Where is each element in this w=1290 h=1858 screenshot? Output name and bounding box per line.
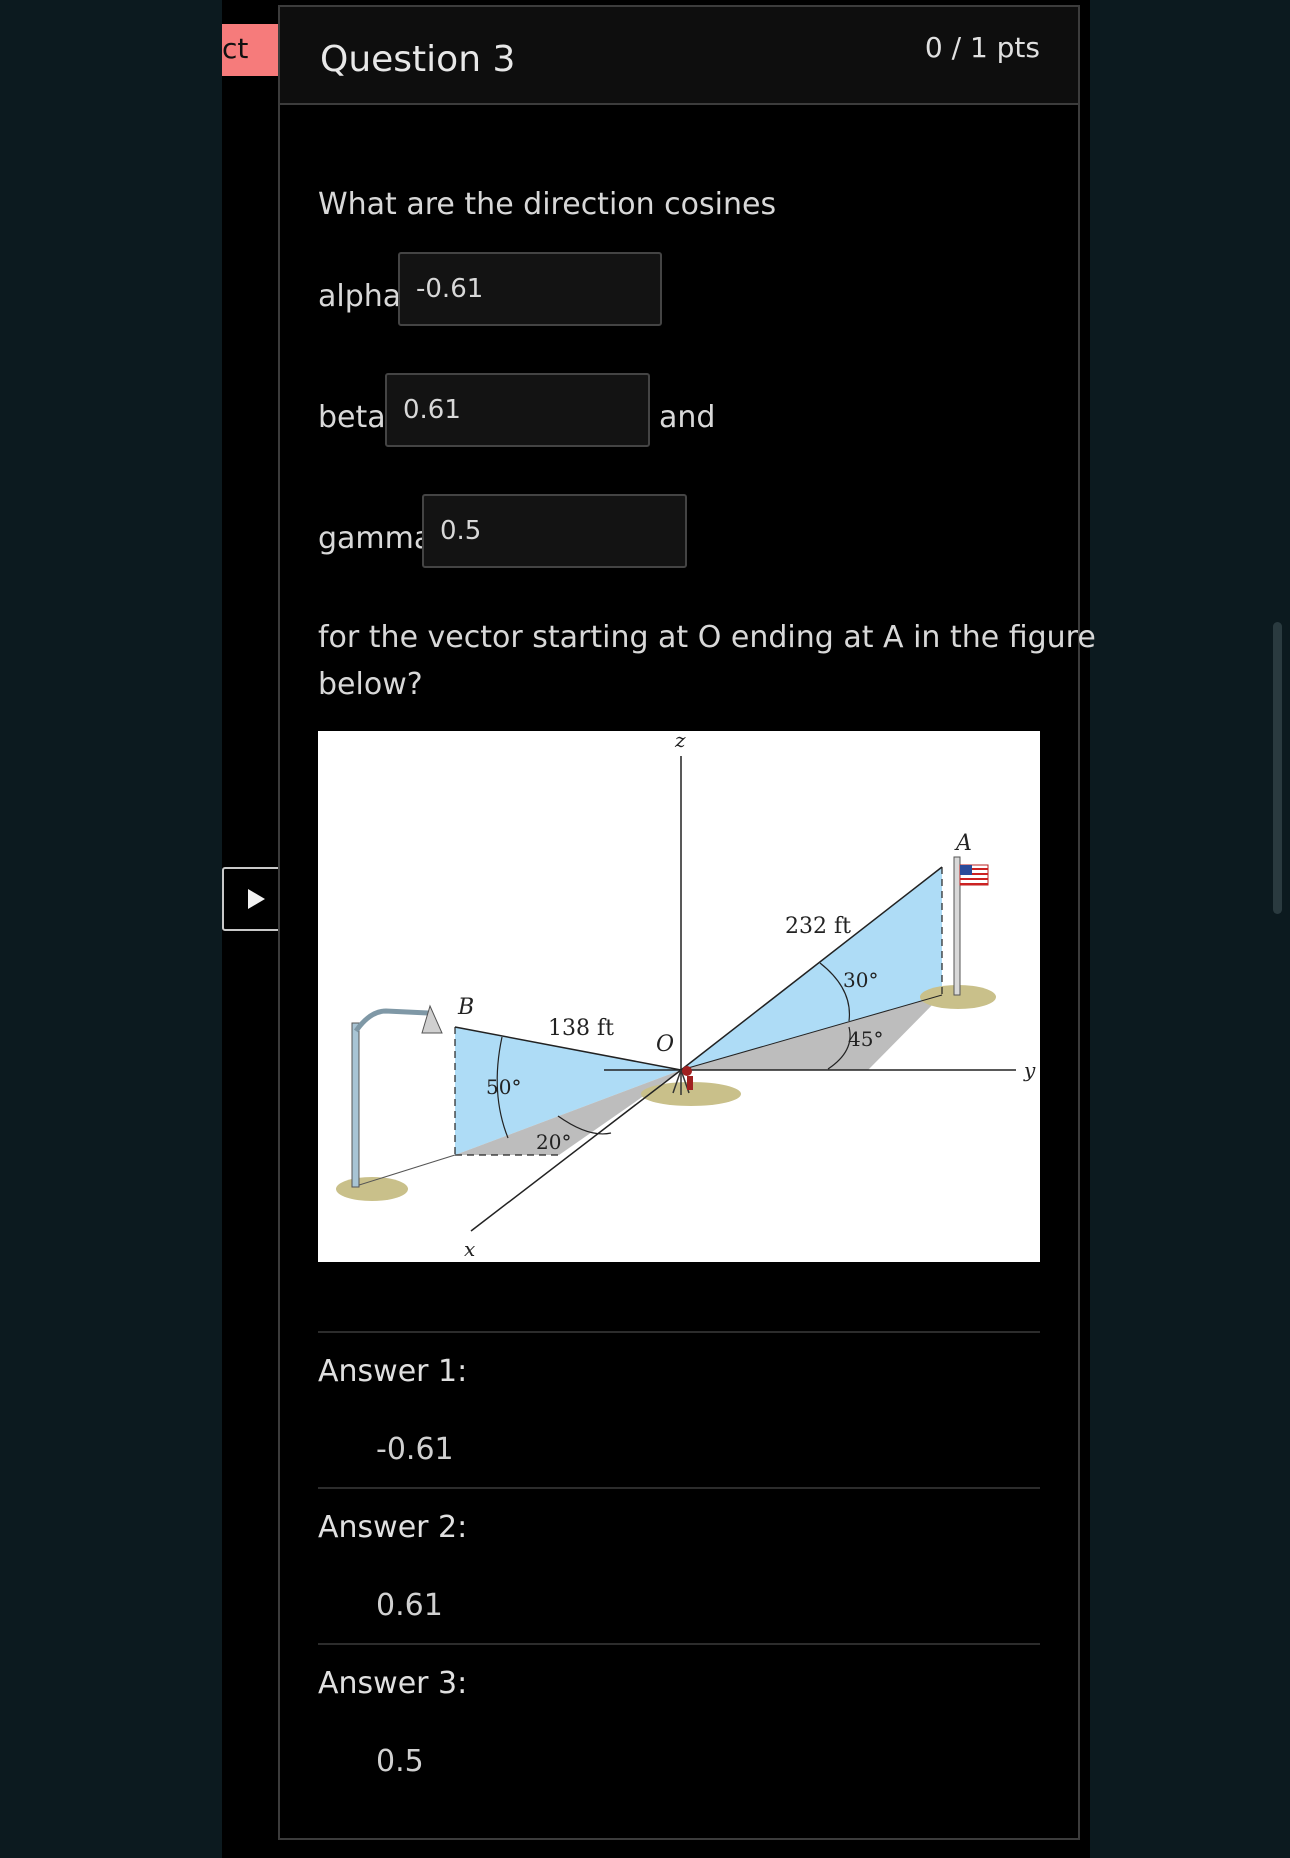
question-prompt-line1: for the vector starting at O ending at A… [318, 620, 1096, 655]
lamp-head [421, 1004, 443, 1034]
answer-3-label: Answer 3: [318, 1666, 468, 1701]
right-gutter [1090, 0, 1290, 1858]
answer-3-value: 0.5 [376, 1744, 424, 1779]
answer-2-value: 0.61 [376, 1588, 443, 1623]
play-icon [248, 889, 265, 909]
answer-1-label: Answer 1: [318, 1354, 468, 1389]
question-points: 0 / 1 pts [924, 31, 1040, 64]
alpha-input[interactable]: -0.61 [398, 252, 662, 326]
question-prompt: What are the direction cosines [318, 187, 777, 222]
question-header: Question 3 0 / 1 pts [280, 7, 1078, 105]
question-title: Question 3 [320, 39, 516, 80]
beta-input[interactable]: 0.61 [385, 373, 650, 447]
lamp-post-pole [351, 1022, 360, 1188]
page: ct Question 3 0 / 1 pts What are the dir… [0, 0, 1290, 1858]
answers-divider-2 [318, 1643, 1040, 1645]
label-o: O [656, 1032, 674, 1057]
flag-pole [953, 856, 961, 996]
label-z: z [674, 731, 686, 752]
answer-1-value: -0.61 [376, 1432, 454, 1467]
line-post-base [355, 1154, 456, 1187]
label-y: y [1023, 1058, 1036, 1082]
flag-tab-text: ct [222, 32, 249, 65]
label-b: B [457, 995, 474, 1020]
alpha-label: alpha [318, 279, 402, 314]
gamma-input[interactable]: 0.5 [422, 494, 687, 568]
beta-suffix: and [659, 400, 716, 435]
label-138ft: 138 ft [548, 1016, 614, 1041]
vector-figure: z y x A B O 232 ft 138 ft 30° 45° 50° 20… [318, 728, 1040, 1262]
label-45deg: 45° [848, 1027, 883, 1051]
left-gutter [0, 0, 222, 1858]
vector-diagram: z y x A B O 232 ft 138 ft 30° 45° 50° 20… [336, 728, 1036, 1261]
label-20deg: 20° [536, 1130, 571, 1154]
scrollbar[interactable] [1273, 622, 1282, 914]
answers-divider-1 [318, 1487, 1040, 1489]
label-30deg: 30° [843, 968, 878, 992]
label-a: A [954, 831, 972, 856]
flag-canton [960, 865, 972, 875]
label-x: x [464, 1237, 475, 1261]
beta-label: beta [318, 400, 386, 435]
label-50deg: 50° [486, 1075, 521, 1099]
answers-divider-top [318, 1331, 1040, 1333]
lamp-post-arm [353, 1008, 429, 1033]
label-232ft: 232 ft [785, 914, 851, 939]
answer-2-label: Answer 2: [318, 1510, 468, 1545]
gamma-label: gamma [318, 521, 433, 556]
question-prompt-line2: below? [318, 667, 423, 702]
